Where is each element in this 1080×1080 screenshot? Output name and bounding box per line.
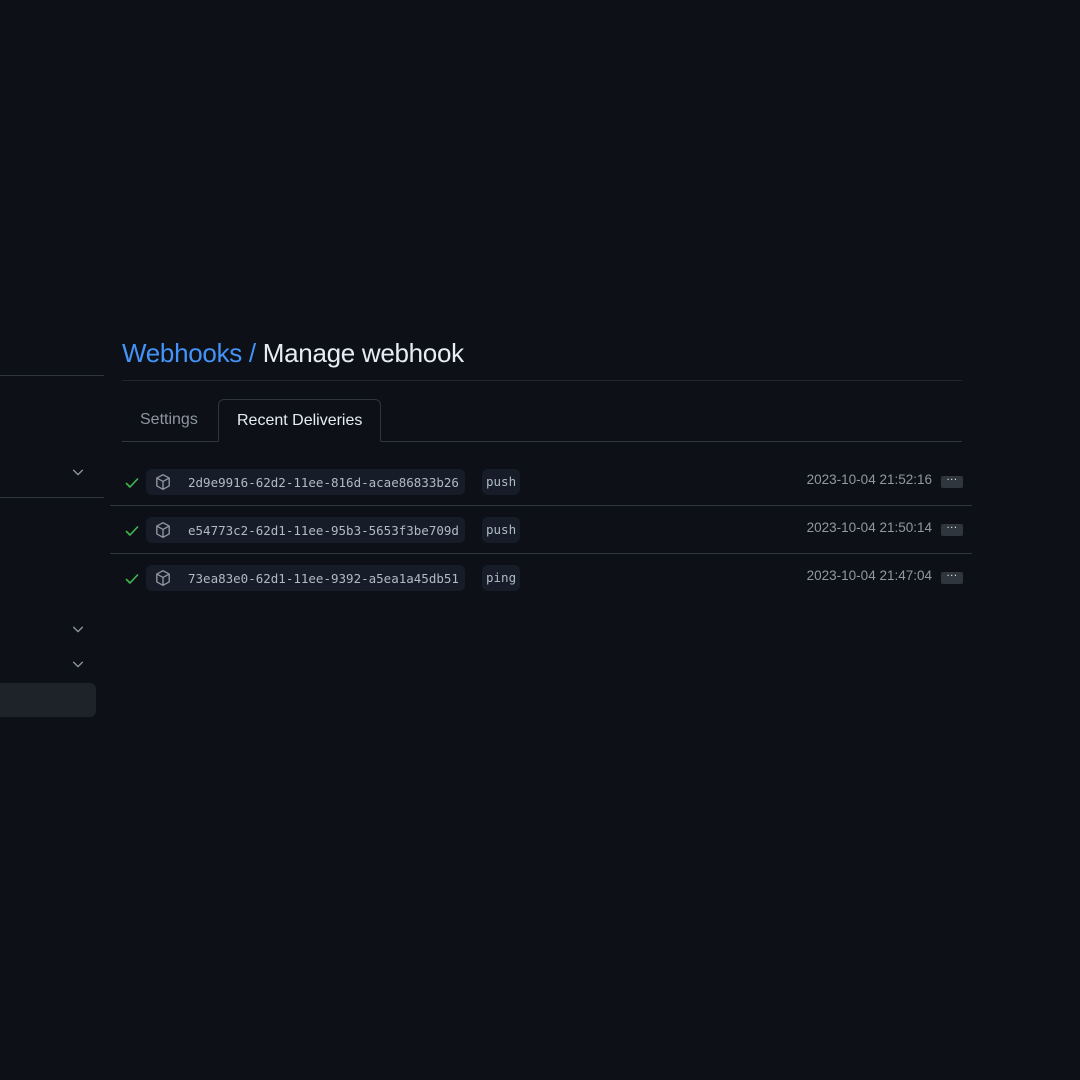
- delivery-row[interactable]: e54773c2-62d1-11ee-95b3-5653f3be709d pus…: [110, 506, 972, 554]
- check-icon: [125, 478, 139, 488]
- more-options-button[interactable]: ···: [941, 570, 963, 584]
- sidebar-divider: [0, 497, 104, 498]
- breadcrumb-webhooks-link[interactable]: Webhooks: [122, 338, 242, 368]
- event-badge: ping: [482, 565, 521, 591]
- delivery-guid[interactable]: 73ea83e0-62d1-11ee-9392-a5ea1a45db51: [146, 565, 465, 591]
- event-badge: push: [482, 469, 521, 495]
- check-icon: [125, 574, 139, 584]
- package-icon: [156, 570, 170, 586]
- delivery-guid-text: e54773c2-62d1-11ee-95b3-5653f3be709d: [188, 522, 459, 538]
- delivery-timestamp: 2023-10-04 21:47:04: [806, 568, 932, 583]
- breadcrumb-current: Manage webhook: [262, 338, 464, 368]
- title-divider: [122, 380, 962, 381]
- tab-recent-deliveries[interactable]: Recent Deliveries: [218, 399, 382, 442]
- delivery-row[interactable]: 73ea83e0-62d1-11ee-9392-a5ea1a45db51 pin…: [110, 554, 972, 602]
- main-content: Webhooks / Manage webhook Settings Recen…: [122, 336, 962, 442]
- more-options-button[interactable]: ···: [941, 474, 963, 488]
- chevron-down-icon[interactable]: [71, 657, 85, 671]
- ellipsis-icon: ···: [946, 522, 958, 534]
- delivery-timestamp: 2023-10-04 21:50:14: [806, 520, 932, 535]
- page-title: Webhooks / Manage webhook: [122, 336, 962, 372]
- delivery-guid-text: 2d9e9916-62d2-11ee-816d-acae86833b26: [188, 474, 459, 490]
- chevron-down-icon[interactable]: [71, 622, 85, 636]
- check-icon: [125, 526, 139, 536]
- delivery-timestamp: 2023-10-04 21:52:16: [806, 472, 932, 487]
- sidebar-item-selected[interactable]: [0, 683, 96, 717]
- page: Webhooks / Manage webhook Settings Recen…: [0, 0, 1080, 1080]
- event-badge: push: [482, 517, 521, 543]
- breadcrumb-separator: /: [241, 338, 263, 368]
- tab-settings[interactable]: Settings: [122, 399, 216, 441]
- delivery-guid-text: 73ea83e0-62d1-11ee-9392-a5ea1a45db51: [188, 570, 459, 586]
- more-options-button[interactable]: ···: [941, 522, 963, 536]
- delivery-guid[interactable]: e54773c2-62d1-11ee-95b3-5653f3be709d: [146, 517, 465, 543]
- sidebar-divider: [0, 375, 104, 376]
- delivery-row[interactable]: 2d9e9916-62d2-11ee-816d-acae86833b26 pus…: [110, 458, 972, 506]
- package-icon: [156, 522, 170, 538]
- chevron-down-icon[interactable]: [71, 465, 85, 479]
- deliveries-list: 2d9e9916-62d2-11ee-816d-acae86833b26 pus…: [110, 458, 972, 602]
- delivery-guid[interactable]: 2d9e9916-62d2-11ee-816d-acae86833b26: [146, 469, 465, 495]
- ellipsis-icon: ···: [946, 570, 958, 582]
- tab-bar: Settings Recent Deliveries: [122, 399, 962, 442]
- package-icon: [156, 474, 170, 490]
- ellipsis-icon: ···: [946, 474, 958, 486]
